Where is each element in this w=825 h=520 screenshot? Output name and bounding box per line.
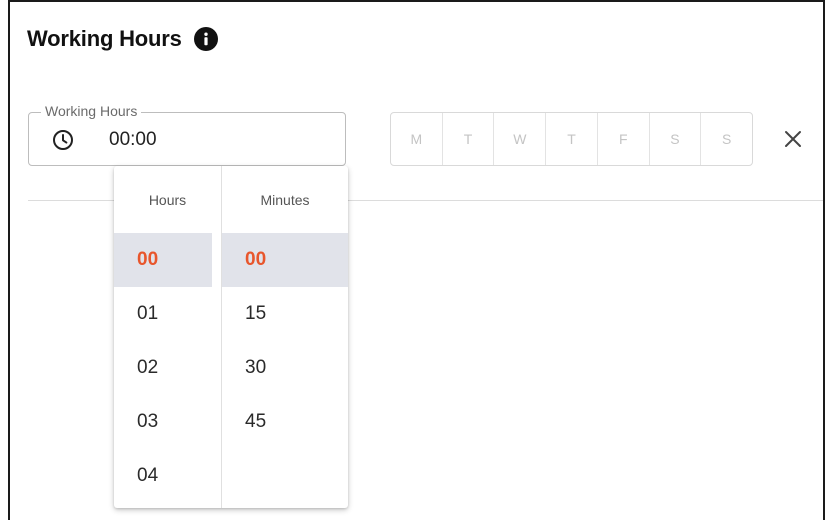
working-hours-value[interactable]: 00:00	[109, 129, 157, 151]
day-toggle-thursday[interactable]: T	[546, 113, 598, 165]
time-picker-dropdown: Hours 00 01 02 03 04 Minutes 00 15 30 45	[114, 166, 348, 508]
minute-option[interactable]: 45	[222, 395, 348, 449]
minute-option[interactable]: 15	[222, 287, 348, 341]
working-hours-field-label: Working Hours	[41, 103, 142, 119]
minute-option[interactable]: 00	[222, 233, 348, 287]
day-toggle-friday[interactable]: F	[598, 113, 650, 165]
hours-column: Hours 00 01 02 03 04	[114, 166, 222, 508]
day-toggle-saturday[interactable]: S	[650, 113, 702, 165]
info-icon[interactable]	[193, 27, 218, 51]
hour-option[interactable]: 04	[114, 449, 212, 503]
hour-option[interactable]: 01	[114, 287, 212, 341]
hour-option[interactable]: 03	[114, 395, 212, 449]
day-toggle-sunday[interactable]: S	[701, 113, 752, 165]
hour-option[interactable]: 00	[114, 233, 212, 287]
page-title: Working Hours	[27, 26, 182, 51]
minutes-header: Minutes	[260, 191, 310, 208]
clock-icon	[51, 128, 75, 152]
working-hours-field[interactable]: Working Hours 00:00	[28, 103, 346, 166]
minute-option[interactable]: 30	[222, 341, 348, 395]
day-toggle-wednesday[interactable]: W	[494, 113, 547, 165]
hour-option[interactable]: 02	[114, 341, 212, 395]
close-icon[interactable]	[780, 126, 806, 152]
day-toggle-monday[interactable]: M	[391, 113, 443, 165]
working-hours-panel: Working Hours Working Hours 00:00 M T W …	[8, 0, 825, 520]
day-toggle-tuesday[interactable]: T	[443, 113, 495, 165]
day-selector: M T W T F S S	[390, 112, 753, 166]
hours-header: Hours	[148, 191, 187, 208]
header: Working Hours	[27, 26, 218, 52]
minutes-column: Minutes 00 15 30 45	[222, 166, 348, 508]
